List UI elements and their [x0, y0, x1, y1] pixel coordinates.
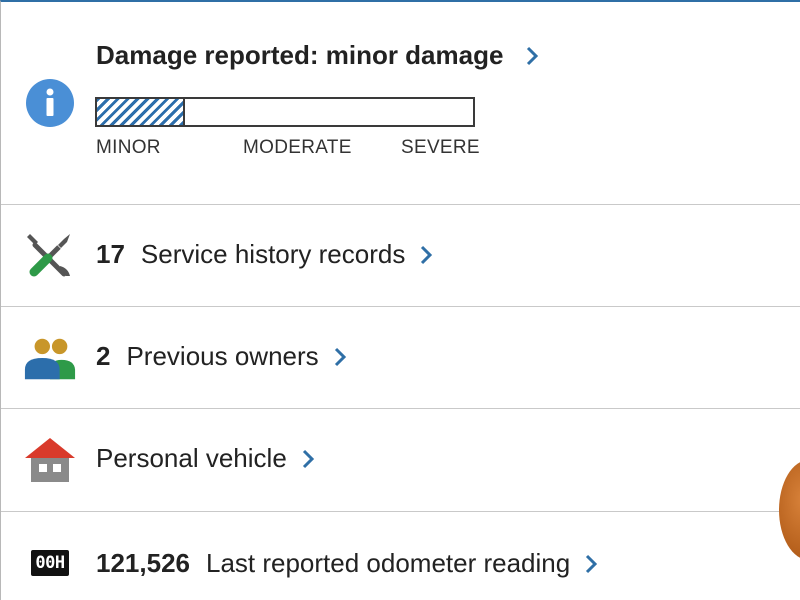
chevron-right-icon	[584, 553, 598, 575]
chevron-right-icon	[419, 244, 433, 266]
damage-severity-fill	[97, 99, 186, 125]
people-icon	[23, 331, 77, 385]
service-history-label: Service history records	[140, 239, 406, 269]
vehicle-usage-row[interactable]: Personal vehicle	[1, 409, 800, 510]
scale-label-severe: SEVERE	[401, 137, 480, 158]
service-record-count: 17	[96, 239, 125, 269]
damage-title: Damage reported: minor damage	[96, 40, 504, 70]
wrench-screwdriver-icon	[23, 229, 77, 283]
odometer-label: Last reported odometer reading	[205, 548, 571, 578]
previous-owners-row[interactable]: 2 Previous owners	[1, 307, 800, 408]
damage-title-link[interactable]: Damage reported: minor damage	[96, 40, 539, 71]
vehicle-usage-label: Personal vehicle	[96, 443, 287, 473]
previous-owners-label: Previous owners	[126, 341, 319, 371]
info-icon	[23, 76, 77, 130]
odometer-icon-text: 00H	[35, 553, 65, 573]
damage-severity-bar	[95, 97, 475, 127]
house-icon	[23, 433, 77, 487]
odometer-icon: 00H	[23, 536, 77, 590]
chevron-right-icon	[333, 346, 347, 368]
previous-owner-count: 2	[96, 341, 111, 371]
service-history-row[interactable]: 17 Service history records	[1, 205, 800, 306]
odometer-value: 121,526	[96, 548, 190, 578]
damage-row[interactable]: Damage reported: minor damage MINOR MODE…	[1, 2, 800, 204]
chevron-right-icon	[301, 448, 315, 470]
vehicle-history-panel: Damage reported: minor damage MINOR MODE…	[0, 0, 800, 600]
chevron-right-icon	[525, 45, 539, 67]
scale-label-moderate: MODERATE	[243, 137, 352, 158]
odometer-row[interactable]: 00H 121,526 Last reported odometer readi…	[1, 512, 800, 600]
scale-label-minor: MINOR	[96, 137, 161, 158]
